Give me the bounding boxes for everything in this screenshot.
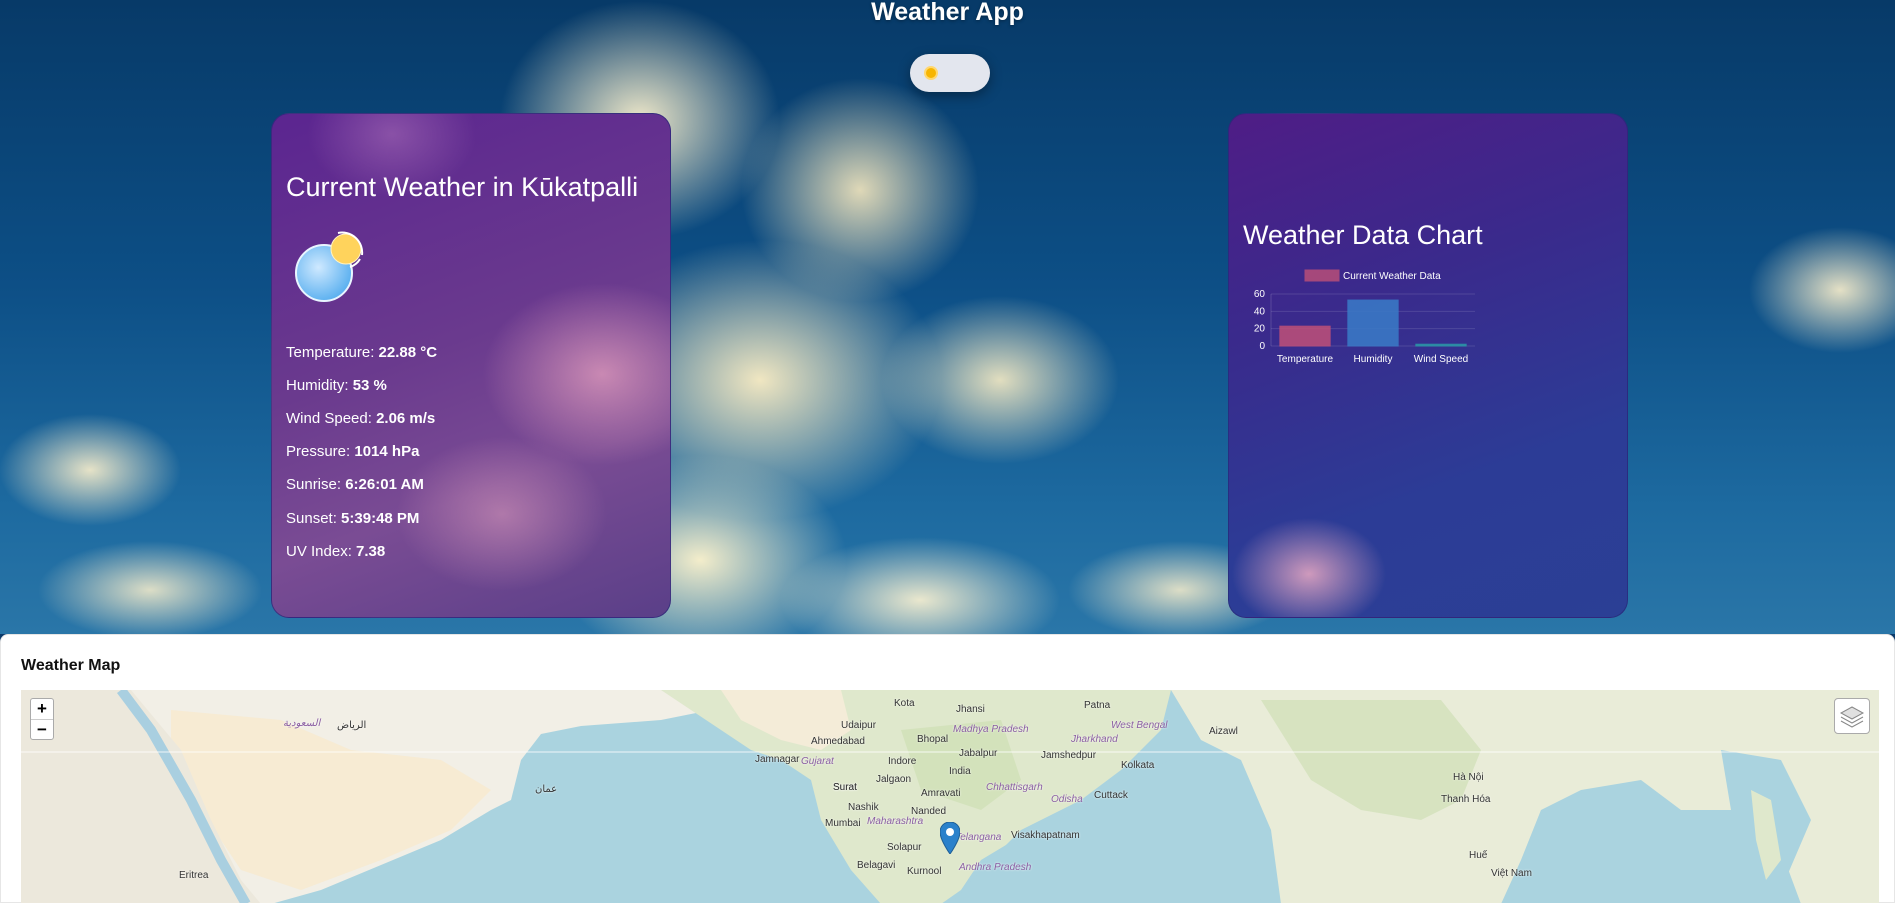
map-label: Jamshedpur xyxy=(1041,750,1097,761)
y-tick-label: 20 xyxy=(1254,324,1266,335)
map-label: Huế xyxy=(1469,850,1488,861)
wind-speed-row: Wind Speed: 2.06 m/s xyxy=(286,410,435,427)
x-tick-label: Humidity xyxy=(1354,354,1393,365)
map-label: Nashik xyxy=(848,802,879,813)
map-label: Thanh Hóa xyxy=(1441,794,1491,805)
y-tick-label: 0 xyxy=(1259,341,1265,352)
map-label: Ahmedabad xyxy=(811,736,865,747)
map-label: Jabalpur xyxy=(959,748,998,759)
weather-bar-chart: Current Weather Data 0 20 40 60 Temperature Hu… xyxy=(1254,269,1475,365)
map-label: Patna xyxy=(1084,700,1111,711)
weather-map[interactable]: Kota Jhansi Patna Udaipur Ahmedabad Bhopal Mad… xyxy=(21,690,1879,903)
map-label: Mumbai xyxy=(825,818,861,829)
map-label: Gujarat xyxy=(801,756,834,767)
sunrise-label: Sunrise: xyxy=(286,476,342,493)
sunset-value: 5:39:48 PM xyxy=(341,510,420,527)
zoom-in-button[interactable]: + xyxy=(31,699,53,719)
map-label: Andhra Pradesh xyxy=(959,862,1032,873)
map-label: عمان xyxy=(535,784,558,795)
y-tick-label: 40 xyxy=(1254,306,1266,317)
map-label: Indore xyxy=(888,756,917,767)
map-label: السعودية xyxy=(283,718,321,729)
humidity-value: 53 % xyxy=(352,377,387,394)
sun-icon xyxy=(924,66,938,80)
uv-index-value: 7.38 xyxy=(356,543,386,560)
current-weather-card: Current Weather in Kūkatpalli Temperatur… xyxy=(271,113,671,618)
map-label: الرياض xyxy=(337,720,367,731)
map-label: Jamnagar xyxy=(755,754,800,765)
map-label: Solapur xyxy=(887,842,922,853)
map-label: Madhya Pradesh xyxy=(953,724,1029,735)
map-label: Kota xyxy=(894,698,915,709)
pressure-label: Pressure: xyxy=(286,443,351,460)
wind-speed-label: Wind Speed: xyxy=(286,410,372,427)
map-label: Hà Nội xyxy=(1453,772,1484,783)
map-label: Bhopal xyxy=(917,734,949,745)
map-label: Việt Nam xyxy=(1491,868,1532,879)
partly-sunny-icon xyxy=(295,231,364,302)
y-tick-label: 60 xyxy=(1254,289,1266,300)
map-label: Amravati xyxy=(921,788,961,799)
map-heading: Weather Map xyxy=(21,657,121,674)
app-title: Weather App xyxy=(871,0,1024,26)
map-label: Eritrea xyxy=(179,870,209,881)
map-label: Kolkata xyxy=(1121,760,1155,771)
weather-map-panel: Weather Map Kota Jhansi Patna Udaipur Ahmeda… xyxy=(0,634,1895,903)
zoom-control: + − xyxy=(30,698,54,740)
chart-heading: Weather Data Chart xyxy=(1243,220,1483,250)
wind-speed-value: 2.06 m/s xyxy=(376,410,436,427)
map-label: Belagavi xyxy=(857,860,896,871)
legend-label: Current Weather Data xyxy=(1343,271,1441,282)
temperature-row: Temperature: 22.88 °C xyxy=(286,344,437,361)
bar-temperature xyxy=(1279,325,1331,347)
map-label: Surat xyxy=(833,782,857,793)
humidity-row: Humidity: 53 % xyxy=(286,377,387,394)
map-label: Telangana xyxy=(955,832,1002,843)
map-label: Chhattisgarh xyxy=(986,782,1043,793)
map-label: Jharkhand xyxy=(1071,734,1118,745)
uv-index-row: UV Index: 7.38 xyxy=(286,543,385,560)
temperature-value: 22.88 °C xyxy=(378,344,438,361)
theme-toggle[interactable] xyxy=(910,54,990,92)
weather-chart-card: Weather Data Chart Current Weather Data 0… xyxy=(1228,113,1628,618)
temperature-label: Temperature: xyxy=(286,344,375,361)
map-label: Kurnool xyxy=(907,866,942,877)
pressure-row: Pressure: 1014 hPa xyxy=(286,443,419,460)
map-label: Udaipur xyxy=(841,720,877,731)
current-weather-heading: Current Weather in Kūkatpalli xyxy=(286,172,639,202)
humidity-label: Humidity: xyxy=(286,377,349,394)
layers-icon xyxy=(1839,706,1865,728)
map-label: Maharashtra xyxy=(867,816,924,827)
sunrise-row: Sunrise: 6:26:01 AM xyxy=(286,476,424,493)
map-label: Cuttack xyxy=(1094,790,1128,801)
bar-humidity xyxy=(1347,299,1399,347)
map-label: Visakhapatnam xyxy=(1011,830,1080,841)
zoom-out-button[interactable]: − xyxy=(31,719,53,739)
pressure-value: 1014 hPa xyxy=(354,443,420,460)
uv-index-label: UV Index: xyxy=(286,543,352,560)
map-label: India xyxy=(949,766,971,777)
location-pin-icon[interactable] xyxy=(940,822,960,854)
bar-wind-speed xyxy=(1415,343,1467,347)
map-label: Jhansi xyxy=(956,704,985,715)
map-label: Aizawl xyxy=(1209,726,1238,737)
map-label: Odisha xyxy=(1051,794,1083,805)
x-tick-label: Wind Speed xyxy=(1414,354,1468,365)
x-tick-label: Temperature xyxy=(1277,354,1334,365)
sunset-row: Sunset: 5:39:48 PM xyxy=(286,510,419,527)
legend-swatch xyxy=(1304,269,1340,282)
map-label: Jalgaon xyxy=(876,774,912,785)
map-label: West Bengal xyxy=(1111,720,1168,731)
sunset-label: Sunset: xyxy=(286,510,337,527)
layers-button[interactable] xyxy=(1834,698,1870,734)
sunrise-value: 6:26:01 AM xyxy=(345,476,424,493)
